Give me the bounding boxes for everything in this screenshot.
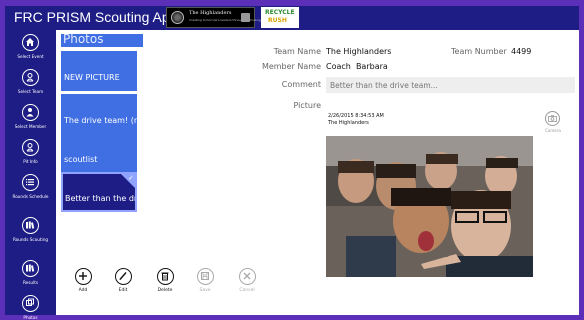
delete-label: Delete bbox=[157, 288, 173, 293]
robot-icon bbox=[241, 13, 250, 22]
member-icon bbox=[22, 104, 39, 121]
photo-tile-better-than[interactable]: Better than the dri ✓ bbox=[61, 172, 137, 212]
team-number-value: 4499 bbox=[511, 47, 532, 56]
photos-icon bbox=[22, 295, 39, 312]
delete-icon bbox=[157, 268, 174, 285]
add-icon bbox=[75, 268, 92, 285]
add-button[interactable]: Add bbox=[68, 268, 98, 298]
crest-icon bbox=[171, 11, 184, 24]
photo-tile-scoutlist[interactable]: scoutlist bbox=[61, 133, 137, 173]
logo-tagline: Creating tomorrow's leaders through tech… bbox=[189, 18, 262, 22]
delete-button[interactable]: Delete bbox=[150, 268, 180, 298]
home-icon bbox=[22, 34, 39, 51]
save-label: Save bbox=[199, 288, 211, 293]
title-bar: FRC PRISM Scouting App The Highlanders C… bbox=[5, 6, 579, 30]
save-icon bbox=[197, 268, 214, 285]
nav-results[interactable]: Results bbox=[5, 260, 56, 292]
nav-label: Photos bbox=[23, 315, 38, 320]
nav-label: Pit Info bbox=[23, 159, 38, 164]
picture-date: 2/26/2015 8:34:53 AM bbox=[328, 113, 384, 119]
team-icon bbox=[22, 69, 39, 86]
cancel-icon bbox=[239, 268, 256, 285]
comment-input[interactable] bbox=[326, 77, 575, 93]
highlanders-logo: The Highlanders Creating tomorrow's lead… bbox=[166, 7, 262, 28]
recycle-text: RECYCLE bbox=[265, 9, 295, 16]
nav-label: Select Member bbox=[14, 124, 47, 129]
checkmark-icon: ✓ bbox=[128, 174, 134, 182]
picture-viewer: 2/26/2015 8:34:53 AM The Highlanders bbox=[326, 111, 533, 277]
team-number-label: Team Number bbox=[451, 47, 507, 56]
add-label: Add bbox=[78, 288, 88, 293]
photos-header: Photos bbox=[61, 32, 143, 47]
nav-rounds-schedule[interactable]: Rounds Schedule bbox=[5, 174, 56, 206]
nav-label: Results bbox=[22, 280, 39, 285]
scouting-icon bbox=[22, 217, 39, 234]
team-name-label: Team Name bbox=[273, 47, 321, 56]
app-title: FRC PRISM Scouting App bbox=[14, 9, 178, 25]
save-button[interactable]: Save bbox=[190, 268, 220, 298]
recycle-rush-logo: RECYCLE RUSH bbox=[261, 7, 299, 28]
nav-select-event[interactable]: Select Event bbox=[5, 34, 56, 66]
nav-pit-info[interactable]: Pit Info bbox=[5, 139, 56, 171]
results-icon bbox=[22, 260, 39, 277]
team-photo bbox=[326, 136, 533, 277]
member-name-value: Coach Barbara bbox=[326, 62, 388, 71]
team-name-value: The Highlanders bbox=[326, 47, 392, 56]
edit-icon bbox=[115, 268, 132, 285]
pit-info-icon bbox=[22, 139, 39, 156]
camera-label: Camera bbox=[545, 128, 561, 133]
schedule-icon bbox=[22, 174, 39, 191]
edit-button[interactable]: Edit bbox=[108, 268, 138, 298]
nav-label: Rounds Scouting bbox=[12, 237, 49, 242]
nav-label: Rounds Schedule bbox=[12, 194, 49, 199]
nav-select-team[interactable]: Select Team bbox=[5, 69, 56, 101]
cancel-label: Cancel bbox=[239, 288, 255, 293]
nav-rounds-scouting[interactable]: Rounds Scouting bbox=[5, 217, 56, 249]
comment-label: Comment bbox=[281, 80, 321, 89]
picture-label: Picture bbox=[293, 101, 321, 110]
nav-label: Select Event bbox=[17, 54, 44, 59]
nav-label: Select Team bbox=[17, 89, 44, 94]
photo-tile-new-picture[interactable]: NEW PICTURE bbox=[61, 51, 137, 91]
member-name-label: Member Name bbox=[261, 62, 321, 71]
camera-button[interactable]: Camera bbox=[543, 111, 563, 135]
edit-label: Edit bbox=[118, 288, 128, 293]
rush-text: RUSH bbox=[268, 17, 287, 24]
photos-header-text: Photos bbox=[63, 32, 104, 46]
nav-select-member[interactable]: Select Member bbox=[5, 104, 56, 136]
photo-tile-label: scoutlist bbox=[64, 155, 98, 164]
nav-photos[interactable]: Photos bbox=[5, 295, 56, 320]
photo-tile-drive-team[interactable]: The drive team! (n bbox=[61, 94, 137, 134]
picture-team: The Highlanders bbox=[328, 120, 369, 126]
photo-tile-label: NEW PICTURE bbox=[64, 73, 120, 82]
photo-tile-label: The drive team! (n bbox=[64, 116, 137, 125]
camera-icon bbox=[545, 111, 560, 126]
cancel-button[interactable]: Cancel bbox=[232, 268, 262, 298]
nav-sidebar: Select Event Select Team Select Member P… bbox=[5, 30, 56, 320]
photo-tile-label: Better than the dri bbox=[65, 194, 137, 203]
logo-team-name: The Highlanders bbox=[189, 10, 232, 16]
